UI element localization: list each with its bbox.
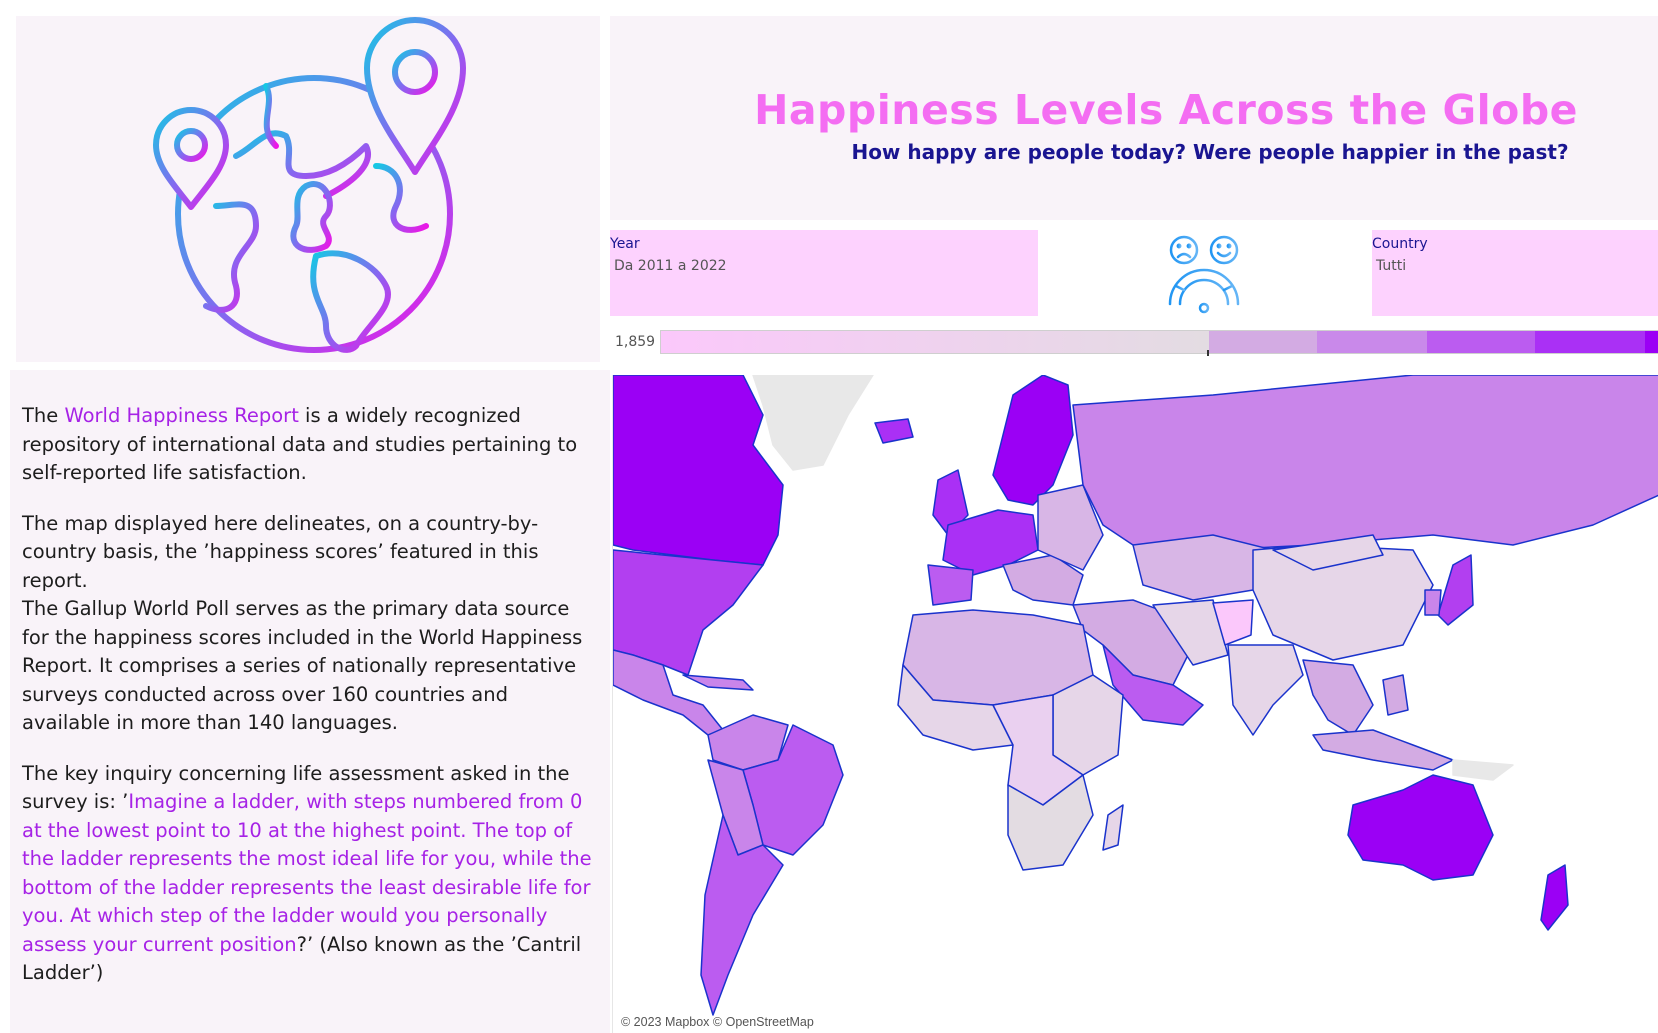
map-region-iceland — [874, 418, 914, 444]
map-description-paragraph: The map displayed here delineates, on a … — [22, 510, 602, 738]
legend-step — [1427, 331, 1535, 353]
country-filter[interactable]: Country Tutti — [1372, 230, 1658, 316]
map-region-australia — [1347, 774, 1494, 881]
intro-paragraph: The World Happiness Report is a widely r… — [22, 402, 602, 488]
year-filter[interactable]: Year Da 2011 a 2022 — [610, 230, 1038, 316]
cantril-quote: Imagine a ladder, with steps numbered fr… — [22, 790, 592, 956]
year-filter-value[interactable]: Da 2011 a 2022 — [614, 258, 727, 274]
map-region-iberia — [927, 564, 974, 606]
intro-prefix: The — [22, 404, 65, 427]
map-region-greenland — [752, 375, 874, 471]
map-region-japan — [1437, 554, 1474, 626]
map-region-india — [1227, 644, 1304, 736]
globe-with-pins-icon — [153, 17, 466, 353]
color-legend[interactable] — [660, 330, 1658, 354]
map-region-scandinavia — [992, 375, 1074, 506]
map-region-madagascar — [1102, 804, 1124, 851]
legend-step — [1209, 331, 1317, 353]
map-region-central-asia — [1132, 534, 1274, 601]
page-subtitle: How happy are people today? Were people … — [851, 140, 1569, 164]
title-panel: Happiness Levels Across the Globe How ha… — [610, 16, 1658, 220]
legend-marker — [1207, 350, 1209, 356]
map-region-new-zealand — [1540, 864, 1569, 931]
map-region-east-africa — [1052, 674, 1124, 776]
map-description-line2: The Gallup World Poll serves as the prim… — [22, 597, 583, 734]
country-filter-label: Country — [1372, 236, 1428, 252]
map-region-philippines — [1382, 674, 1409, 716]
map-description-line1: The map displayed here delineates, on a … — [22, 511, 539, 592]
map-region-southeast-asia — [1302, 659, 1374, 736]
cantril-paragraph: The key inquiry concerning life assessme… — [22, 760, 602, 988]
world-map-svg[interactable] — [613, 375, 1658, 1033]
legend-step — [1535, 331, 1645, 353]
legend-gradient — [661, 331, 1209, 353]
world-map[interactable]: © 2023 Mapbox © OpenStreetMap — [612, 375, 1658, 1033]
map-region-canada — [613, 375, 784, 566]
legend-step — [1317, 331, 1427, 353]
map-region-caribbean — [682, 674, 754, 691]
legend-min-label: 1,859 — [615, 334, 656, 350]
globe-illustration-panel — [16, 16, 600, 362]
map-region-indonesia — [1312, 729, 1454, 771]
map-attribution[interactable]: © 2023 Mapbox © OpenStreetMap — [621, 1015, 814, 1029]
page-title: Happiness Levels Across the Globe — [754, 86, 1578, 134]
map-region-papua — [1452, 759, 1514, 781]
world-happiness-report-link[interactable]: World Happiness Report — [64, 404, 298, 427]
mood-gauge-icon — [1162, 230, 1248, 316]
year-filter-label: Year — [610, 236, 640, 252]
country-filter-value[interactable]: Tutti — [1376, 258, 1406, 274]
map-region-korea — [1424, 589, 1442, 616]
legend-step — [1645, 331, 1658, 353]
map-region-russia — [1072, 375, 1658, 551]
description-panel: The World Happiness Report is a widely r… — [10, 370, 610, 1033]
